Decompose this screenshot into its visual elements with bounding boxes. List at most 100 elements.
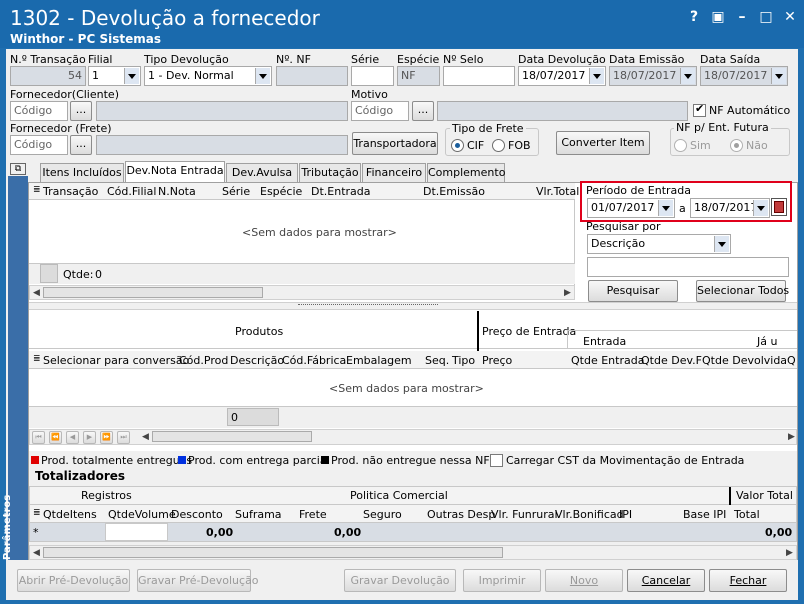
periodo-de-field[interactable]: 01/07/2017	[587, 198, 675, 218]
novo-button[interactable]: Novo	[545, 569, 623, 592]
col-especie[interactable]: Espécie	[260, 185, 302, 198]
col-qtde-volume[interactable]: QtdeVolume	[108, 508, 176, 521]
next-icon[interactable]: ▶	[83, 431, 96, 444]
next-page-icon[interactable]: ⏩	[100, 431, 113, 444]
tab-dev-nota-entrada[interactable]: Dev.Nota Entrada	[125, 161, 225, 183]
col-dt-emissao[interactable]: Dt.Emissão	[423, 185, 485, 198]
nf-field[interactable]	[276, 66, 348, 86]
col-vlr-total[interactable]: Vlr.Total	[536, 185, 579, 198]
maximize-button[interactable]: □	[756, 8, 776, 26]
search-input[interactable]	[587, 257, 789, 277]
col-qtde-entrada[interactable]: Qtde Entrada	[571, 354, 644, 367]
calendar-clear-icon[interactable]	[771, 198, 787, 216]
col-selecionar[interactable]: Selecionar para conversão	[43, 354, 189, 367]
col-dt-entrada[interactable]: Dt.Entrada	[311, 185, 371, 198]
motivo-lookup-button[interactable]: ...	[412, 101, 434, 121]
fornecedor-cliente-lookup-button[interactable]: ...	[70, 101, 92, 121]
scroll-right-icon[interactable]: ▶	[786, 548, 793, 558]
col-qtde-devolvida[interactable]: Qtde Devolvida	[702, 354, 787, 367]
col-tipo[interactable]: Tipo	[452, 354, 475, 367]
motivo-code[interactable]: Código	[351, 101, 409, 121]
grid-menu-icon[interactable]: ≣	[33, 354, 41, 364]
last-page-icon[interactable]: ⏭	[117, 431, 130, 444]
filial-label: Filial	[88, 53, 113, 66]
nf-automatico-checkbox[interactable]: ✔	[693, 102, 706, 117]
sim-radio[interactable]	[674, 139, 687, 152]
cancelar-button[interactable]: Cancelar	[627, 569, 705, 592]
filial-select[interactable]: 1	[88, 66, 141, 86]
carregar-cst-checkbox[interactable]	[490, 454, 503, 467]
tab-dev-avulsa[interactable]: Dev.Avulsa	[226, 163, 298, 182]
fornecedor-frete-lookup-button[interactable]: ...	[70, 135, 92, 155]
col-seq[interactable]: Seq.	[425, 354, 449, 367]
scroll-left-icon[interactable]: ◀	[142, 432, 149, 442]
tab-tributacao[interactable]: Tributação	[299, 163, 361, 182]
col-ipi[interactable]: IPI	[619, 508, 632, 521]
converter-item-button[interactable]: Converter Item	[556, 131, 650, 155]
tab-financeiro[interactable]: Financeiro	[362, 163, 426, 182]
col-suframa[interactable]: Suframa	[235, 508, 282, 521]
col-cod-prod[interactable]: Cód.Prod	[179, 354, 228, 367]
fornecedor-frete-code[interactable]: Código	[10, 135, 68, 155]
col-outras-desp[interactable]: Outras Desp	[427, 508, 495, 521]
col-frete[interactable]: Frete	[299, 508, 327, 521]
abrir-pre-devolucao-button[interactable]: Abrir Pré-Devolução	[17, 569, 130, 592]
prev-page-icon[interactable]: ⏪	[49, 431, 62, 444]
scroll-right-icon[interactable]: ▶	[788, 432, 795, 442]
col-vlr-bonificad[interactable]: Vlr.Bonificad	[555, 508, 624, 521]
data-devolucao-field[interactable]: 18/07/2017	[518, 66, 606, 86]
window-restore-icon[interactable]: ⧉	[10, 163, 26, 175]
scroll-thumb[interactable]	[152, 431, 312, 442]
scroll-thumb[interactable]	[43, 287, 263, 298]
nao-radio[interactable]	[730, 139, 743, 152]
imprimir-button[interactable]: Imprimir	[463, 569, 541, 592]
col-total[interactable]: Total	[734, 508, 760, 521]
gravar-devolucao-button[interactable]: Gravar Devolução	[344, 569, 456, 592]
col-q[interactable]: Q	[787, 354, 796, 367]
col-vlr-funrural[interactable]: Vlr. Funrural	[491, 508, 558, 521]
help-button[interactable]: ?	[684, 8, 704, 26]
data-devolucao-label: Data Devolução	[518, 53, 606, 66]
close-button[interactable]: ✕	[780, 8, 800, 26]
col-n-nota[interactable]: N.Nota	[158, 185, 196, 198]
col-seguro[interactable]: Seguro	[363, 508, 402, 521]
fechar-button[interactable]: Fechar	[709, 569, 787, 592]
splitter-grip-icon[interactable]	[298, 304, 438, 307]
col-cod-filial[interactable]: Cód.Filial	[107, 185, 156, 198]
fornecedor-cliente-code[interactable]: Código	[10, 101, 68, 121]
grid-menu-icon[interactable]: ≣	[33, 508, 41, 518]
col-transacao[interactable]: Transação	[43, 185, 98, 198]
first-page-icon[interactable]: ⏮	[32, 431, 45, 444]
grid-menu-icon[interactable]: ≣	[33, 185, 41, 195]
periodo-ate-field[interactable]: 18/07/2017	[690, 198, 770, 218]
minimize-button[interactable]: –	[732, 8, 752, 26]
col-preco[interactable]: Preço	[482, 354, 512, 367]
restore-icon[interactable]: ▣	[708, 8, 728, 26]
col-cod-fabrica[interactable]: Cód.Fábrica	[282, 354, 346, 367]
col-serie[interactable]: Série	[222, 185, 250, 198]
tab-complemento[interactable]: Complemento	[427, 163, 505, 182]
scroll-left-icon[interactable]: ◀	[33, 288, 40, 298]
tipo-devolucao-select[interactable]: 1 - Dev. Normal	[144, 66, 272, 86]
pesquisar-button[interactable]: Pesquisar	[588, 280, 678, 302]
col-descricao[interactable]: Descrição	[230, 354, 284, 367]
cif-radio[interactable]	[451, 139, 464, 152]
serie-field[interactable]	[351, 66, 394, 86]
pesquisar-por-select[interactable]: Descrição	[587, 234, 731, 254]
col-embalagem[interactable]: Embalagem	[346, 354, 412, 367]
qtde-volume-cell[interactable]	[105, 523, 168, 541]
col-qtde-dev-f[interactable]: Qtde Dev.F	[641, 354, 702, 367]
col-qtde-itens[interactable]: QtdeItens	[43, 508, 97, 521]
selo-field[interactable]	[443, 66, 515, 86]
selecionar-todos-button[interactable]: Selecionar Todos	[696, 280, 789, 302]
fob-radio[interactable]	[492, 139, 505, 152]
scroll-thumb[interactable]	[43, 547, 503, 558]
col-base-ipi[interactable]: Base IPI	[683, 508, 726, 521]
gravar-pre-devolucao-button[interactable]: Gravar Pré-Devolução	[137, 569, 259, 592]
scroll-right-icon[interactable]: ▶	[564, 288, 571, 298]
col-desconto[interactable]: Desconto	[171, 508, 223, 521]
prev-icon[interactable]: ◀	[66, 431, 79, 444]
scroll-left-icon[interactable]: ◀	[33, 548, 40, 558]
transportadora-button[interactable]: Transportadora	[352, 132, 438, 155]
tab-itens-incluidos[interactable]: Itens Incluídos	[40, 163, 124, 182]
